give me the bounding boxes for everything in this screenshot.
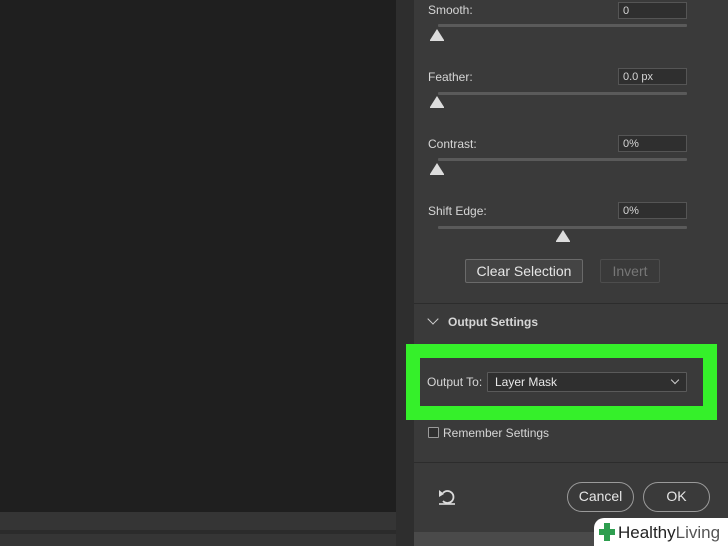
invert-button[interactable]: Invert — [600, 259, 660, 283]
shift-edge-label: Shift Edge: — [428, 204, 487, 218]
output-to-select[interactable]: Layer Mask — [487, 372, 687, 392]
shift-edge-slider-thumb[interactable] — [556, 230, 570, 242]
brand-name-bold: Healthy — [618, 523, 676, 542]
shift-edge-input[interactable]: 0% — [618, 202, 687, 219]
medical-cross-icon — [599, 523, 615, 541]
ok-button[interactable]: OK — [643, 482, 710, 512]
smooth-slider-thumb[interactable] — [430, 29, 444, 41]
canvas-status-bar — [0, 512, 414, 546]
output-to-label: Output To: — [427, 375, 483, 389]
contrast-slider-track[interactable] — [438, 158, 687, 161]
footer-divider — [414, 462, 728, 463]
contrast-input[interactable]: 0% — [618, 135, 687, 152]
chevron-down-icon — [670, 375, 680, 385]
smooth-input[interactable]: 0 — [618, 2, 687, 19]
feather-slider-track[interactable] — [438, 92, 687, 95]
reset-icon[interactable] — [437, 487, 459, 507]
output-settings-header[interactable]: Output Settings — [448, 315, 538, 329]
section-divider — [414, 303, 728, 304]
shift-edge-slider-track[interactable] — [438, 226, 687, 229]
panel-divider — [396, 0, 414, 546]
brand-name-light: Living — [675, 523, 721, 542]
feather-input[interactable]: 0.0 px — [618, 68, 687, 85]
contrast-slider-thumb[interactable] — [430, 163, 444, 175]
remember-settings-checkbox[interactable] — [428, 427, 439, 438]
feather-slider-thumb[interactable] — [430, 96, 444, 108]
smooth-slider-track[interactable] — [438, 24, 687, 27]
remember-settings-label: Remember Settings — [443, 426, 550, 440]
clear-selection-button[interactable]: Clear Selection — [465, 259, 583, 283]
screenshot-root: Smooth: 0 Feather: 0.0 px Contrast: 0% S… — [0, 0, 728, 546]
feather-label: Feather: — [428, 70, 473, 84]
image-canvas[interactable] — [0, 0, 396, 512]
contrast-label: Contrast: — [428, 137, 477, 151]
brand-name: HealthyLiving — [618, 523, 720, 543]
output-to-value: Layer Mask — [495, 375, 558, 389]
cancel-button[interactable]: Cancel — [567, 482, 634, 512]
canvas-scrollbar[interactable] — [0, 530, 414, 534]
smooth-label: Smooth: — [428, 3, 473, 17]
